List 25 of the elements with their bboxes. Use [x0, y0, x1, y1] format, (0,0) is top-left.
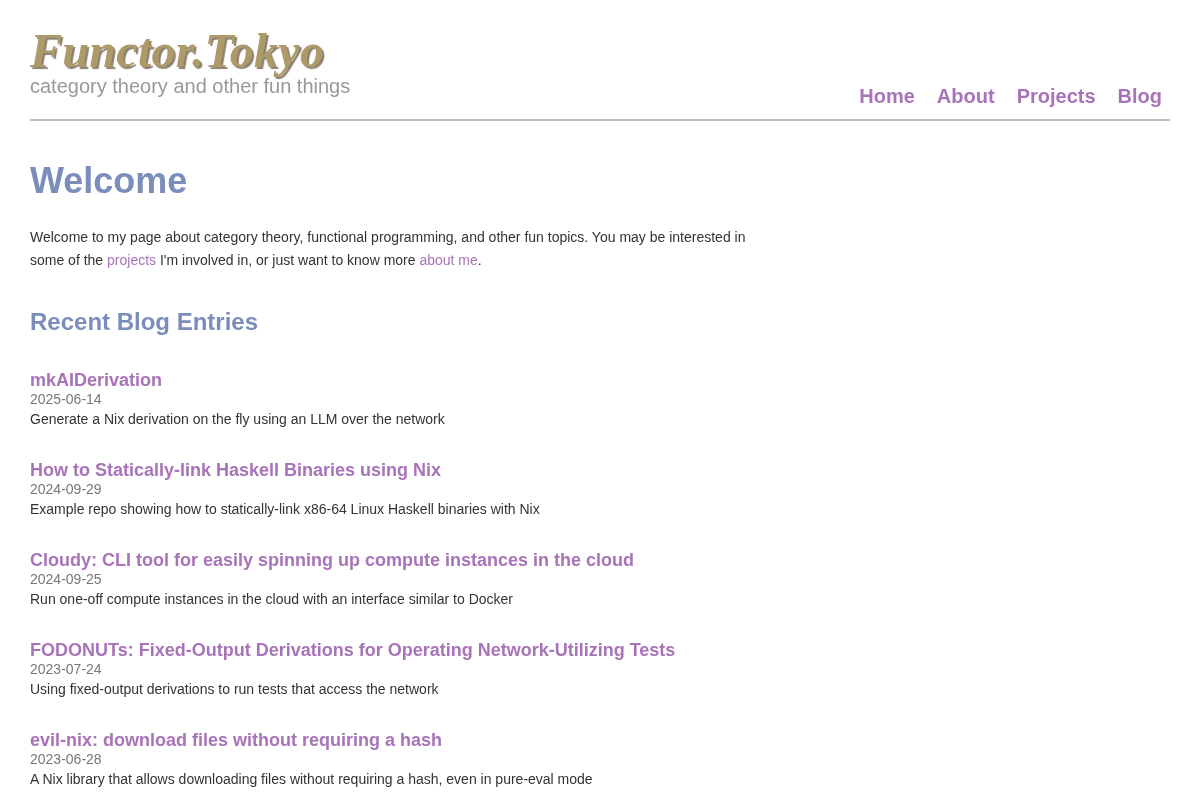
blog-entry-date: 2023-07-24	[30, 660, 102, 679]
blog-entry-date: 2023-06-28	[30, 750, 102, 769]
blog-entry-summary: Run one-off compute instances in the cloud with an interface similar to Docker	[30, 590, 513, 609]
blog-entry-title-link[interactable]: FODONUTs: Fixed-Output Derivations for Operating Network-Utilizing Tests	[30, 640, 676, 660]
blog-entry-summary: Generate a Nix derivation on the fly using an LLM over the network	[30, 410, 445, 429]
blog-entry-title-link[interactable]: How to Statically-link Haskell Binaries using Nix	[30, 460, 442, 480]
section-heading: Recent Blog Entries	[30, 307, 259, 337]
inline-link[interactable]: projects	[107, 252, 157, 268]
blog-entry-title-link[interactable]: evil-nix: download files without requiring a hash	[30, 730, 443, 750]
site-logo[interactable]: Functor.Tokyo	[30, 26, 325, 76]
page-title: Welcome	[30, 159, 188, 203]
nav-link[interactable]: Home	[859, 84, 915, 108]
blog-entry-summary: A Nix library that allows downloading files without requiring a hash, even in pure-eval mode	[30, 770, 593, 789]
blog-entry-date: 2025-06-14	[30, 390, 102, 409]
blog-entry-title-link[interactable]: mkAIDerivation	[30, 370, 163, 390]
inline-link[interactable]: about me	[419, 252, 478, 268]
blog-entry-summary: Using fixed-output derivations to run tests that access the network	[30, 680, 439, 699]
blog-entry-date: 2024-09-29	[30, 480, 102, 499]
blog-entry-date: 2024-09-25	[30, 570, 102, 589]
intro-paragraph: Welcome to my page about category theory, functional programming, and other fun topics. You may be interested in some of the projects I'm involved in, or just want to know more about me.	[30, 228, 747, 270]
blog-entry-summary: Example repo showing how to statically-link x86-64 Linux Haskell binaries with Nix	[30, 500, 540, 519]
nav-link[interactable]: Projects	[1016, 84, 1096, 108]
nav-link[interactable]: About	[936, 84, 995, 108]
nav-link[interactable]: Blog	[1117, 84, 1162, 108]
blog-entry-title-link[interactable]: Cloudy: CLI tool for easily spinning up compute instances in the cloud	[30, 550, 635, 570]
